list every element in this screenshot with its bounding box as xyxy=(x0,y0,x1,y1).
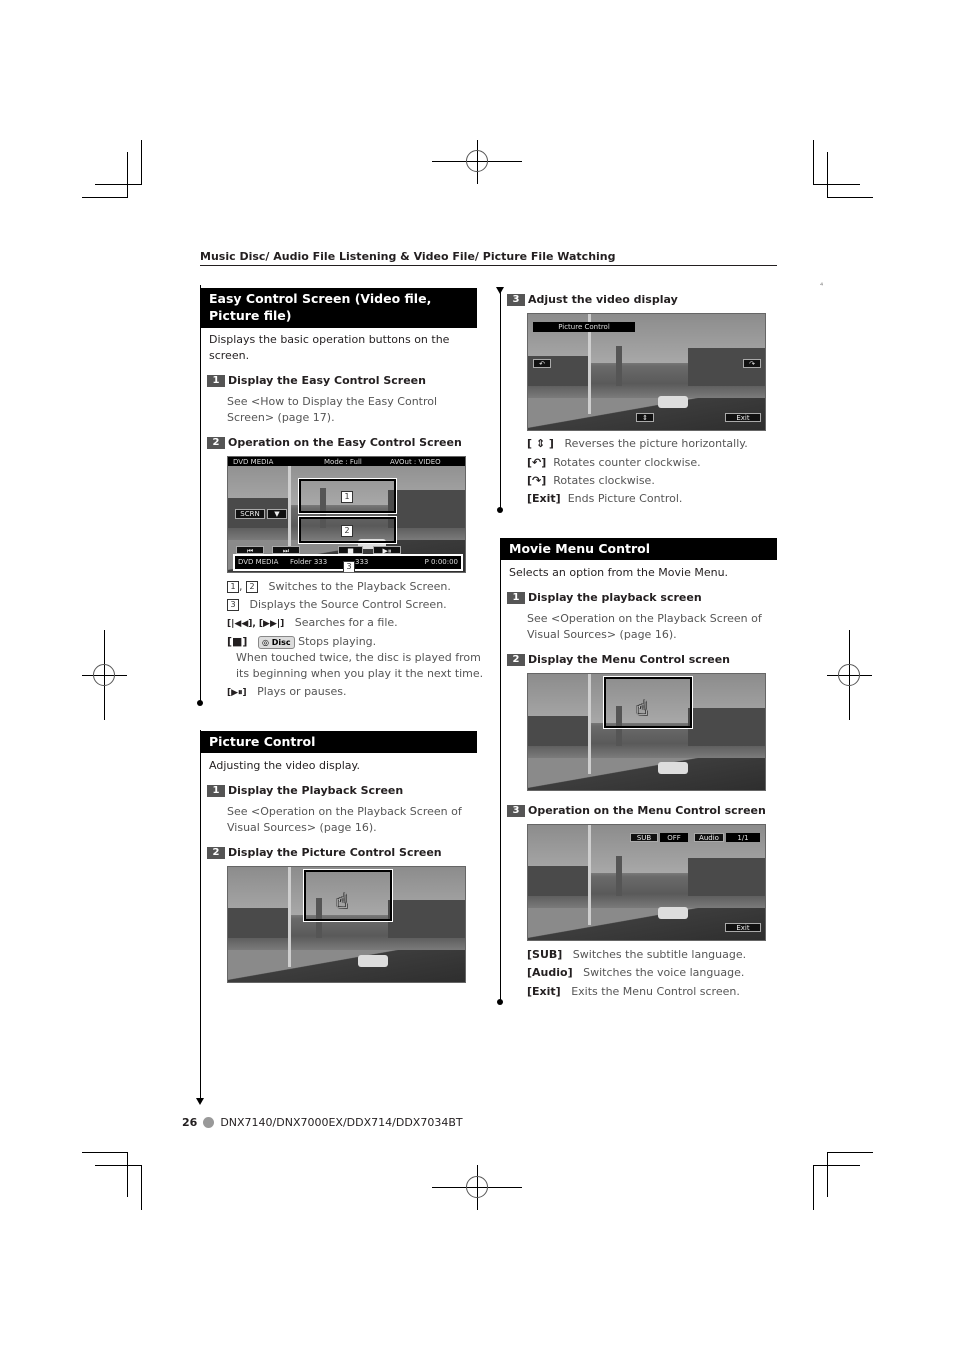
step-title: Adjust the video display xyxy=(528,293,678,306)
movie-step-1: 1 Display the playback screen xyxy=(507,591,702,604)
flow-line-left-2 xyxy=(200,730,201,1100)
step-number: 3 xyxy=(507,804,525,817)
desc-audio: [Audio] Switches the voice language. xyxy=(527,966,745,979)
hand-pointer-icon: ☝ xyxy=(636,696,649,720)
picture-control-intro: Adjusting the video display. xyxy=(209,759,360,772)
desc-flip: [ ⇕ ] Reverses the picture horizontally. xyxy=(527,437,748,450)
section-heading-picture-control: Picture Control xyxy=(200,731,477,753)
page-number: 26 xyxy=(182,1116,198,1129)
flip-button[interactable]: ⇕ xyxy=(636,413,654,422)
desc-areas-1-2: 1, 2 Switches to the Playback Screen. xyxy=(227,579,451,595)
exit-button[interactable]: Exit xyxy=(725,923,761,932)
bottom-time: P 0:00:00 xyxy=(424,558,458,566)
picture-step-2: 2 Display the Picture Control Screen xyxy=(207,846,442,859)
rotate-ccw-button[interactable]: ↶ xyxy=(533,359,551,368)
desc-rotate-cw: [↷] Rotates clockwise. xyxy=(527,474,655,487)
movie-menu-intro: Selects an option from the Movie Menu. xyxy=(509,566,729,579)
picture-step-1-text: See <Operation on the Playback Screen of… xyxy=(227,805,462,834)
desc-area-3: 3 Displays the Source Control Screen. xyxy=(227,597,447,613)
section-heading-easy-control: Easy Control Screen (Video file, Picture… xyxy=(200,288,477,328)
flow-line-left xyxy=(200,285,201,703)
picture-control-screenshot: Picture Control ↶ ↷ ⇕ Exit xyxy=(527,313,766,431)
picture-control-touch-screenshot: ☝ xyxy=(227,866,466,983)
audio-button[interactable]: Audio xyxy=(694,833,724,842)
desc-play-pause: [▶⏸] Plays or pauses. xyxy=(227,685,347,698)
step-title: Operation on the Easy Control Screen xyxy=(228,436,462,449)
running-head: Music Disc/ Audio File Listening & Video… xyxy=(200,250,777,266)
touch-area-1[interactable]: 1 xyxy=(298,478,397,514)
model-list: DNX7140/DNX7000EX/DDX714/DDX7034BT xyxy=(220,1116,463,1129)
movie-step-1-text: See <Operation on the Playback Screen of… xyxy=(527,612,762,641)
desc-stop-note-1: When touched twice, the disc is played f… xyxy=(236,651,481,664)
avout-label: AVOut : VIDEO xyxy=(390,458,441,466)
step-number: 1 xyxy=(507,591,525,604)
bottom-source: DVD MEDIA xyxy=(238,558,279,566)
desc-stop-note-2: its beginning when you play it the next … xyxy=(236,667,484,680)
step-title: Operation on the Menu Control screen xyxy=(528,804,766,817)
desc-search: [|◀◀], [▶▶|] Searches for a file. xyxy=(227,616,398,629)
picture-step-3: 3 Adjust the video display xyxy=(507,293,678,306)
flow-end-dot-right-2 xyxy=(497,999,503,1005)
easy-step-1-text: See <How to Display the Easy Control Scr… xyxy=(227,395,438,424)
bottom-file: 333 xyxy=(355,558,369,566)
flow-line-right-2 xyxy=(500,560,501,1002)
flow-line-right xyxy=(500,292,501,510)
easy-step-2: 2 Operation on the Easy Control Screen xyxy=(207,436,462,449)
hand-pointer-icon: ☝ xyxy=(336,889,349,913)
desc-rotate-ccw: [↶] Rotates counter clockwise. xyxy=(527,456,701,469)
source-label: DVD MEDIA xyxy=(233,458,274,466)
touch-area-3-source-bar[interactable]: DVD MEDIA Folder 333 333 P 0:00:00 3 xyxy=(233,554,463,572)
desc-exit: [Exit] Ends Picture Control. xyxy=(527,492,683,505)
stop-button[interactable]: ■ xyxy=(338,546,363,555)
sub-value: OFF xyxy=(660,833,688,842)
step-number: 3 xyxy=(507,293,525,306)
prev-button[interactable]: ⏮ xyxy=(236,546,264,555)
step-title: Display the Playback Screen xyxy=(228,784,404,797)
easy-control-screenshot: DVD MEDIA Mode : Full AVOut : VIDEO 1 2 … xyxy=(227,456,466,573)
bottom-folder: Folder 333 xyxy=(290,558,328,566)
step-number: 2 xyxy=(207,846,225,859)
footer-dot-icon xyxy=(203,1117,215,1128)
disc-button-icon: ◎ Disc xyxy=(257,636,295,649)
picture-step-1: 1 Display the Playback Screen xyxy=(207,784,403,797)
play-pause-button[interactable]: ▶⏸ xyxy=(373,546,401,555)
step-title: Display the Picture Control Screen xyxy=(228,846,442,859)
step-number: 2 xyxy=(507,653,525,666)
sub-button[interactable]: SUB xyxy=(630,833,658,842)
next-button[interactable]: ⏭ xyxy=(272,546,300,555)
mode-label: Mode : Full xyxy=(324,458,362,466)
menu-control-screenshot: SUB OFF Audio 1/1 Exit xyxy=(527,824,766,941)
menu-control-touch-screenshot: ☝ xyxy=(527,673,766,791)
desc-sub: [SUB] Switches the subtitle language. xyxy=(527,948,747,961)
flow-end-dot-right xyxy=(497,507,503,513)
audio-value: 1/1 xyxy=(726,833,760,842)
desc-exit-menu: [Exit] Exits the Menu Control screen. xyxy=(527,985,740,998)
scrn-dropdown-button[interactable]: ▼ xyxy=(267,509,287,519)
desc-stop: [■] ◎ Disc Stops playing. xyxy=(227,635,377,649)
movie-step-3: 3 Operation on the Menu Control screen xyxy=(507,804,766,817)
top-status-bar: DVD MEDIA Mode : Full AVOut : VIDEO xyxy=(228,457,465,466)
step-title: Display the playback screen xyxy=(528,591,702,604)
step-title: Display the Menu Control screen xyxy=(528,653,731,666)
section-heading-movie-menu: Movie Menu Control xyxy=(500,538,777,560)
rotate-cw-button[interactable]: ↷ xyxy=(743,359,761,368)
easy-step-1: 1 Display the Easy Control Screen xyxy=(207,374,426,387)
exit-button[interactable]: Exit xyxy=(725,413,761,422)
margin-mark: ⁴ xyxy=(820,281,824,290)
step-number: 1 xyxy=(207,374,225,387)
movie-step-2: 2 Display the Menu Control screen xyxy=(507,653,730,666)
page-footer: 26 DNX7140/DNX7000EX/DDX714/DDX7034BT xyxy=(182,1116,463,1129)
scrn-button[interactable]: SCRN xyxy=(235,509,265,519)
easy-control-intro: Displays the basic operation buttons on … xyxy=(209,333,450,362)
touch-area-2[interactable]: 2 xyxy=(298,516,397,544)
picture-control-label: Picture Control xyxy=(533,322,635,332)
step-title: Display the Easy Control Screen xyxy=(228,374,426,387)
flow-end-dot xyxy=(197,700,203,706)
flow-arrow-down xyxy=(196,1098,204,1105)
step-number: 2 xyxy=(207,436,225,449)
step-number: 1 xyxy=(207,784,225,797)
